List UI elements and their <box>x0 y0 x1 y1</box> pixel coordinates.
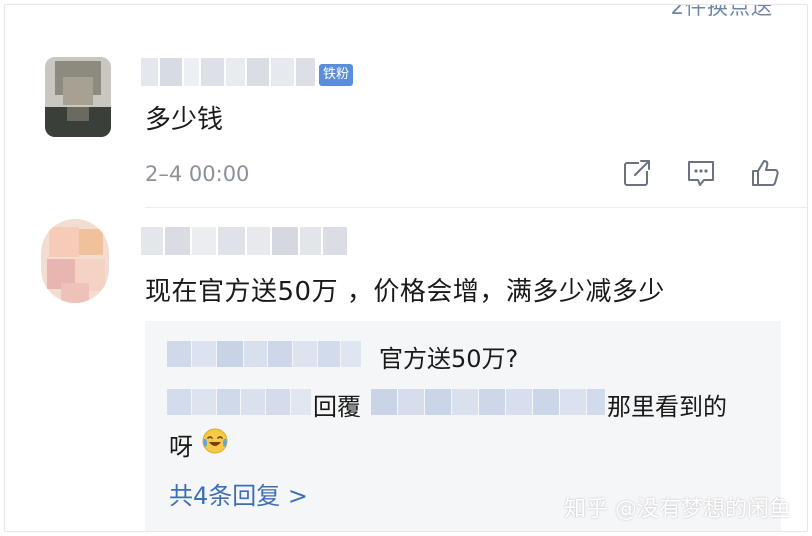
laughing-crying-emoji-icon <box>202 428 228 454</box>
comment-text: 多少钱 <box>145 105 224 135</box>
reply-text: 呀 <box>169 433 193 461</box>
reply-connector: 回覆 <box>313 393 361 421</box>
view-more-replies-link[interactable]: 共4条回复 > <box>169 476 308 511</box>
watermark: 知乎 @没有梦想的闲鱼 <box>564 497 791 522</box>
comment-text: 现在官方送50万 ，价格会增，满多少减多少 <box>145 277 665 307</box>
comment-icon[interactable] <box>685 157 717 189</box>
reply-target-blurred[interactable] <box>371 389 605 415</box>
fan-badge: 铁粉 <box>319 64 354 86</box>
reply-text: 官方送50万? <box>379 345 519 373</box>
reply-username-blurred[interactable] <box>167 341 362 367</box>
top-link[interactable]: 2件换点送 <box>671 5 773 21</box>
username-blurred[interactable] <box>141 58 315 86</box>
avatar[interactable] <box>45 57 111 137</box>
comment-time: 2–4 00:00 <box>145 162 250 186</box>
reply-text: 那里看到的 <box>607 393 727 421</box>
reply-username-blurred[interactable] <box>167 389 311 415</box>
avatar[interactable] <box>41 219 109 303</box>
share-icon[interactable] <box>621 157 653 189</box>
like-icon[interactable] <box>749 157 781 189</box>
username-blurred[interactable] <box>141 227 347 255</box>
divider <box>145 207 807 208</box>
comment-thread: 2件换点送 铁粉 多少钱 2–4 00:00 现在官方送50万 ，价格会增，满多… <box>4 4 808 532</box>
